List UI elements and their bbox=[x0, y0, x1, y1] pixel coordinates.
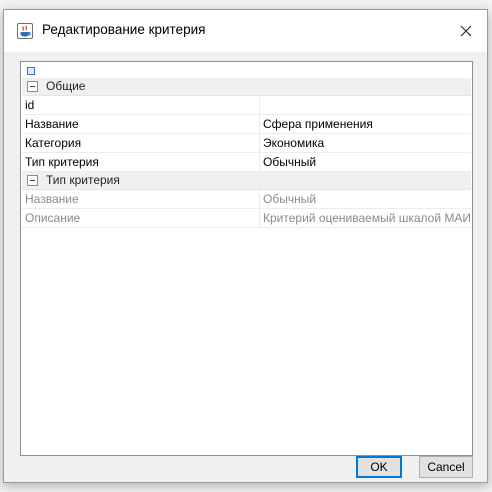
dialog-buttons: OK Cancel bbox=[4, 456, 487, 484]
property-sheet-panel: Общие id Название Сфера применения Катег… bbox=[20, 61, 473, 456]
property-sheet-toolbar bbox=[22, 63, 471, 78]
category-general[interactable]: Общие bbox=[22, 78, 471, 96]
property-row-criterion-type[interactable]: Тип критерия Обычный bbox=[22, 153, 471, 172]
property-row-id[interactable]: id bbox=[22, 96, 471, 115]
property-name: Описание bbox=[25, 211, 81, 225]
category-criterion-type[interactable]: Тип критерия bbox=[22, 172, 471, 190]
property-value-type-description: Критерий оцениваемый шкалой МАИ bbox=[259, 209, 471, 228]
property-row-type-name: Название Обычный bbox=[22, 190, 471, 209]
window-title: Редактирование критерия bbox=[42, 22, 206, 37]
property-value-category[interactable]: Экономика bbox=[259, 134, 471, 153]
property-value-type-name: Обычный bbox=[259, 190, 471, 209]
edit-criterion-dialog: Редактирование критерия Общие id Названи… bbox=[3, 9, 488, 483]
collapse-icon[interactable] bbox=[27, 175, 38, 186]
java-app-icon bbox=[17, 23, 33, 39]
close-icon bbox=[460, 25, 472, 37]
close-button[interactable] bbox=[445, 10, 487, 52]
property-value-id[interactable] bbox=[259, 96, 471, 115]
property-row-name[interactable]: Название Сфера применения bbox=[22, 115, 471, 134]
category-label: Тип критерия bbox=[46, 173, 120, 187]
category-label: Общие bbox=[46, 79, 86, 93]
cancel-button[interactable]: Cancel bbox=[419, 456, 473, 478]
property-value-criterion-type[interactable]: Обычный bbox=[259, 153, 471, 172]
property-name: Тип критерия bbox=[25, 155, 99, 169]
property-row-type-description: Описание Критерий оцениваемый шкалой МАИ bbox=[22, 209, 471, 228]
property-name: Название bbox=[25, 192, 79, 206]
title-bar[interactable]: Редактирование критерия bbox=[4, 10, 487, 52]
property-name: id bbox=[25, 98, 35, 112]
property-row-category[interactable]: Категория Экономика bbox=[22, 134, 471, 153]
property-name: Название bbox=[25, 117, 79, 131]
collapse-icon[interactable] bbox=[27, 81, 38, 92]
property-sheet: Общие id Название Сфера применения Катег… bbox=[22, 63, 471, 228]
ok-button[interactable]: OK bbox=[356, 456, 402, 478]
property-name: Категория bbox=[25, 136, 82, 150]
property-value-name[interactable]: Сфера применения bbox=[259, 115, 471, 134]
sort-toggle-icon[interactable] bbox=[27, 67, 35, 75]
